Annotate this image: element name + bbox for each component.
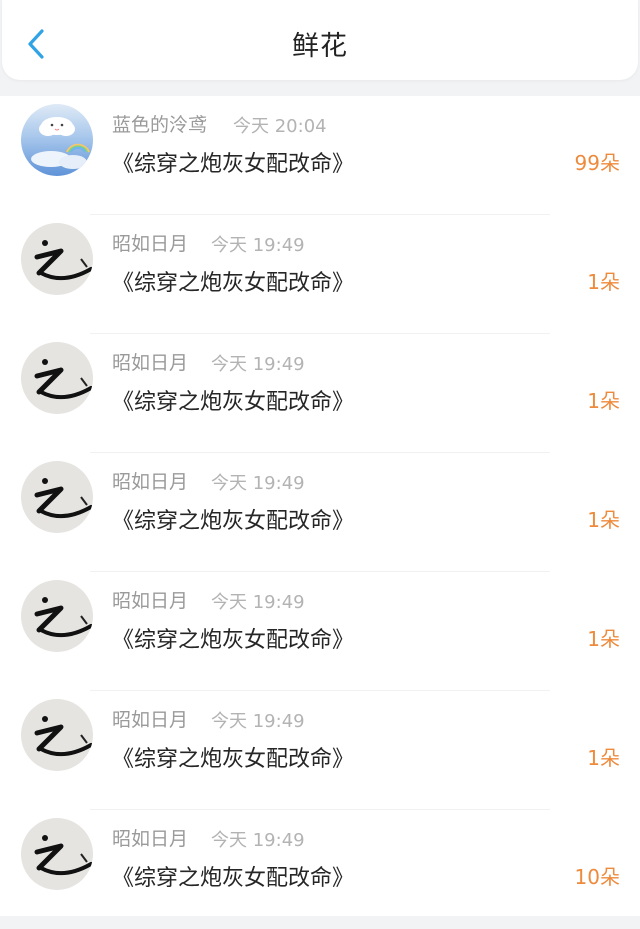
list-item[interactable]: 昭如日月 今天 19:49 《综穿之炮灰女配改命》 10朵 bbox=[0, 810, 640, 929]
book-title[interactable]: 《综穿之炮灰女配改命》 bbox=[112, 503, 354, 535]
user-name[interactable]: 昭如日月 bbox=[112, 705, 188, 732]
timestamp: 今天 19:49 bbox=[211, 354, 305, 375]
book-title[interactable]: 《综穿之炮灰女配改命》 bbox=[112, 860, 354, 892]
user-name[interactable]: 蓝色的泠鸢 bbox=[112, 110, 207, 137]
header-bar: 鲜花 bbox=[2, 0, 638, 80]
timestamp: 今天 19:49 bbox=[211, 473, 305, 494]
flower-count: 1朵 bbox=[587, 389, 620, 413]
list-item[interactable]: 昭如日月 今天 19:49 《综穿之炮灰女配改命》 1朵 bbox=[0, 691, 640, 810]
calligraphy-avatar[interactable] bbox=[21, 342, 93, 414]
list-item[interactable]: 昭如日月 今天 19:49 《综穿之炮灰女配改命》 1朵 bbox=[0, 215, 640, 334]
book-title[interactable]: 《综穿之炮灰女配改命》 bbox=[112, 384, 354, 416]
timestamp: 今天 20:04 bbox=[233, 116, 327, 137]
user-name[interactable]: 昭如日月 bbox=[112, 229, 188, 256]
user-name[interactable]: 昭如日月 bbox=[112, 467, 188, 494]
book-title[interactable]: 《综穿之炮灰女配改命》 bbox=[112, 265, 354, 297]
flower-count: 1朵 bbox=[587, 627, 620, 651]
user-name[interactable]: 昭如日月 bbox=[112, 586, 188, 613]
timestamp: 今天 19:49 bbox=[211, 711, 305, 732]
flower-count: 99朵 bbox=[574, 151, 620, 175]
calligraphy-avatar[interactable] bbox=[21, 580, 93, 652]
calligraphy-avatar[interactable] bbox=[21, 699, 93, 771]
user-name[interactable]: 昭如日月 bbox=[112, 824, 188, 851]
sky-cloud-avatar[interactable] bbox=[21, 104, 93, 176]
user-name[interactable]: 昭如日月 bbox=[112, 348, 188, 375]
list-item[interactable]: 昭如日月 今天 19:49 《综穿之炮灰女配改命》 1朵 bbox=[0, 453, 640, 572]
calligraphy-avatar[interactable] bbox=[21, 818, 93, 890]
list-item[interactable]: 昭如日月 今天 19:49 《综穿之炮灰女配改命》 1朵 bbox=[0, 572, 640, 691]
flower-list: 蓝色的泠鸢 今天 20:04 《综穿之炮灰女配改命》 99朵 昭如日月 今天 1… bbox=[0, 96, 640, 916]
list-item[interactable]: 昭如日月 今天 19:49 《综穿之炮灰女配改命》 1朵 bbox=[0, 334, 640, 453]
list-item[interactable]: 蓝色的泠鸢 今天 20:04 《综穿之炮灰女配改命》 99朵 bbox=[0, 96, 640, 215]
flower-count: 1朵 bbox=[587, 746, 620, 770]
timestamp: 今天 19:49 bbox=[211, 592, 305, 613]
calligraphy-avatar[interactable] bbox=[21, 223, 93, 295]
book-title[interactable]: 《综穿之炮灰女配改命》 bbox=[112, 622, 354, 654]
page-title: 鲜花 bbox=[292, 31, 348, 62]
timestamp: 今天 19:49 bbox=[211, 830, 305, 851]
flower-count: 10朵 bbox=[574, 865, 620, 889]
timestamp: 今天 19:49 bbox=[211, 235, 305, 256]
book-title[interactable]: 《综穿之炮灰女配改命》 bbox=[112, 146, 354, 178]
book-title[interactable]: 《综穿之炮灰女配改命》 bbox=[112, 741, 354, 773]
calligraphy-avatar[interactable] bbox=[21, 461, 93, 533]
flower-count: 1朵 bbox=[587, 270, 620, 294]
flower-count: 1朵 bbox=[587, 508, 620, 532]
